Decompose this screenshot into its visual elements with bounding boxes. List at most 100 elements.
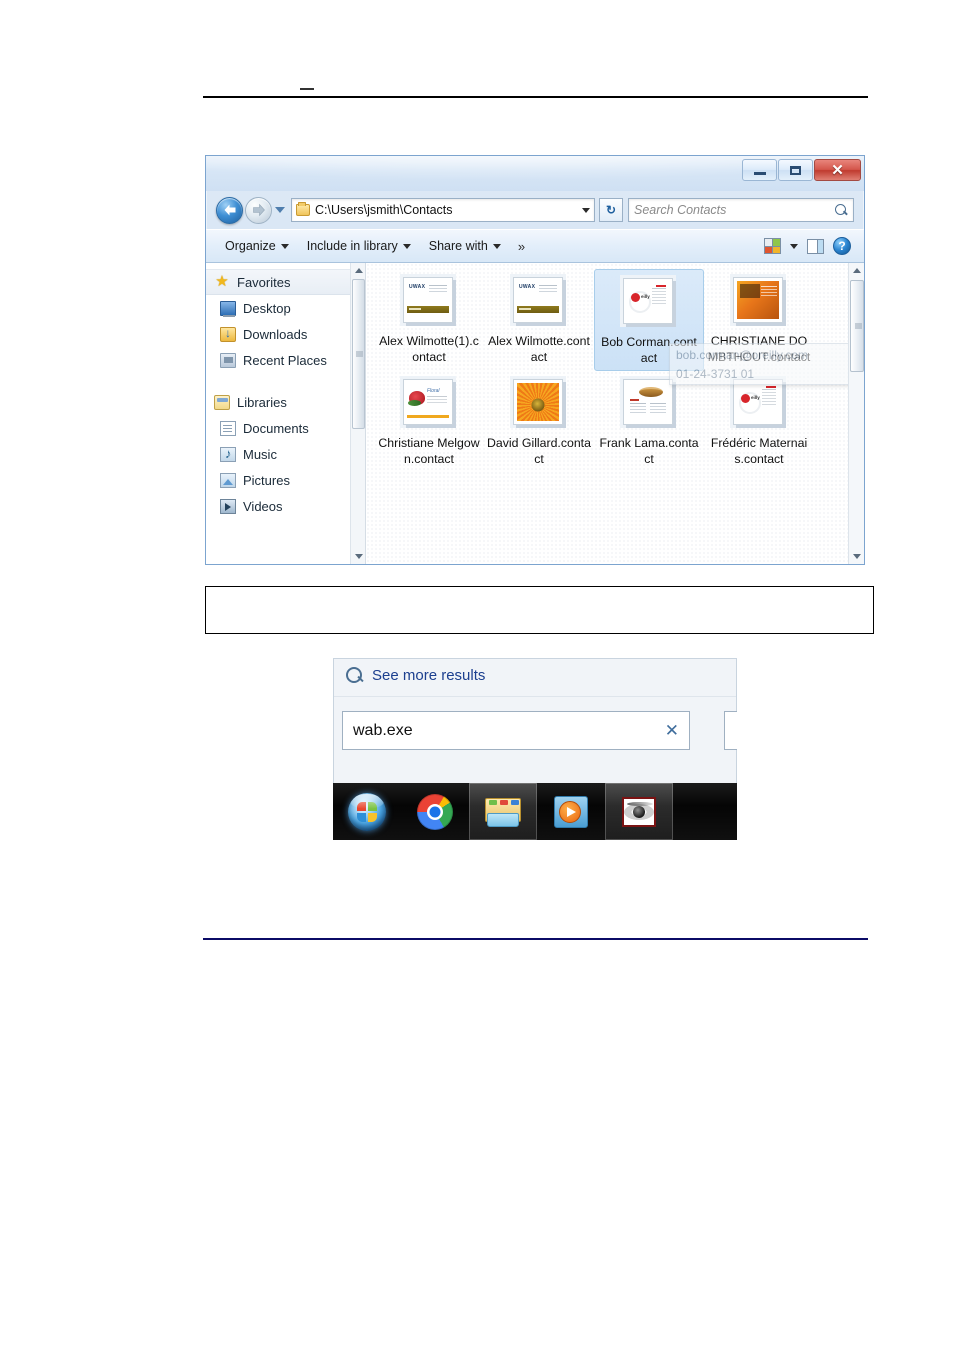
empty-caption-box (205, 586, 874, 634)
file-thumbnail: eilly (621, 276, 677, 330)
toolbar-overflow-button[interactable]: » (510, 235, 533, 258)
address-chevron-down-icon[interactable] (582, 207, 590, 213)
windows-media-player-icon (554, 795, 588, 828)
search-icon (835, 203, 848, 217)
search-query-value: wab.exe (353, 721, 413, 739)
organize-button[interactable]: Organize (216, 235, 298, 257)
sidebar-item-favorites[interactable]: ★ Favorites (206, 269, 365, 295)
file-item[interactable]: UWAX Alex Wilmotte.contact (484, 269, 594, 371)
sidebar-item-recent-places[interactable]: Recent Places (206, 347, 365, 373)
help-icon[interactable]: ? (833, 237, 851, 255)
minimize-icon (753, 172, 766, 175)
forward-button[interactable] (245, 196, 272, 224)
shutdown-button-partial[interactable] (724, 711, 737, 750)
sidebar-item-desktop[interactable]: Desktop (206, 295, 365, 321)
forward-arrow-icon (252, 203, 265, 217)
sidebar-item-documents[interactable]: Documents (206, 415, 365, 441)
scroll-down-button[interactable] (849, 549, 864, 564)
help-glyph: ? (838, 239, 846, 253)
start-orb-button[interactable] (333, 783, 401, 840)
taskbar-item-windows-media-player[interactable] (537, 783, 605, 840)
maximize-icon (790, 165, 801, 175)
scrollbar-thumb[interactable] (352, 279, 365, 429)
navigation-pane: ★ Favorites Desktop Downloads Recent Pla… (206, 263, 366, 564)
navigation-pane-scrollbar[interactable] (350, 263, 365, 564)
back-button[interactable] (216, 196, 243, 224)
file-item[interactable]: David Gillard.contact (484, 371, 594, 471)
back-arrow-icon (224, 204, 235, 216)
sidebar-item-videos[interactable]: Videos (206, 493, 365, 519)
file-name: Frédéric Maternais.contact (710, 436, 808, 466)
sidebar-item-libraries[interactable]: Libraries (206, 389, 365, 415)
file-name: Christiane Melgown.contact (378, 436, 480, 466)
organize-label: Organize (225, 239, 276, 253)
search-box[interactable]: Search Contacts (628, 198, 854, 222)
file-item[interactable]: UWAX Alex Wilmotte(1).contact (374, 269, 484, 371)
views-chevron-down-icon[interactable] (790, 243, 798, 249)
recent-places-icon (220, 352, 236, 368)
sidebar-item-label: Videos (243, 498, 283, 514)
file-thumbnail: UWAX (401, 275, 457, 329)
file-item[interactable]: eilly Frédéric Maternais.contact (704, 371, 814, 471)
downloads-icon (220, 326, 236, 342)
documents-icon (220, 420, 236, 436)
file-name: Alex Wilmotte(1).contact (379, 334, 479, 364)
taskbar-item-eye-app[interactable] (605, 783, 673, 840)
command-bar-right: ? (764, 237, 854, 255)
chevron-down-icon (853, 554, 861, 559)
file-name: Alex Wilmotte.contact (488, 334, 590, 364)
sidebar-item-label: Music (243, 446, 277, 462)
close-button[interactable]: ✕ (814, 159, 861, 181)
share-with-button[interactable]: Share with (420, 235, 510, 257)
refresh-icon: ↻ (605, 203, 617, 217)
address-bar[interactable]: C:\Users\jsmith\Contacts (291, 198, 595, 222)
views-icon[interactable] (764, 238, 781, 254)
see-more-results-link[interactable]: See more results (346, 667, 485, 684)
sidebar-item-pictures[interactable]: Pictures (206, 467, 365, 493)
history-dropdown-icon[interactable] (275, 207, 285, 213)
start-menu-search-panel: See more results wab.exe ✕ (333, 658, 737, 783)
taskbar-item-chrome[interactable] (401, 783, 469, 840)
file-thumbnail (731, 275, 787, 329)
chevron-down-icon (492, 243, 501, 249)
sidebar-item-label: Downloads (243, 326, 308, 342)
star-icon: ★ (215, 272, 229, 290)
contact-tooltip: bob.corman@oreilly.com 01-24-3731 01 (669, 343, 861, 385)
music-icon (220, 446, 236, 462)
search-icon (346, 667, 363, 684)
include-in-library-button[interactable]: Include in library (298, 235, 420, 257)
sidebar-item-label: Desktop (243, 300, 291, 316)
window-title-bar: ✕ (206, 156, 864, 191)
maximize-button[interactable] (778, 159, 813, 181)
close-icon[interactable]: ✕ (665, 721, 679, 741)
sidebar-item-label: Documents (243, 420, 309, 436)
pictures-icon (220, 472, 236, 488)
sidebar-item-label: Favorites (237, 274, 291, 290)
scrollbar-thumb[interactable] (850, 280, 864, 372)
scroll-up-button[interactable] (351, 263, 365, 278)
nav-group-spacer (206, 373, 365, 389)
file-item[interactable]: Frank Lama.contact (594, 371, 704, 471)
scroll-down-button[interactable] (351, 549, 365, 564)
file-item[interactable]: Floral Christiane Melgown.contact (374, 371, 484, 471)
minimize-button[interactable] (742, 159, 777, 181)
search-input[interactable]: Search Contacts (634, 203, 835, 217)
start-search-input[interactable]: wab.exe ✕ (342, 711, 690, 750)
chrome-icon (417, 793, 453, 830)
explorer-body: ★ Favorites Desktop Downloads Recent Pla… (206, 263, 864, 564)
refresh-button[interactable]: ↻ (599, 198, 623, 222)
windows-explorer-window: ✕ C:\Users\jsmith\Contacts ↻ Search Cont… (205, 155, 865, 565)
sidebar-item-label: Recent Places (243, 352, 327, 368)
preview-pane-icon[interactable] (807, 238, 824, 254)
share-with-label: Share with (428, 239, 488, 253)
sidebar-item-downloads[interactable]: Downloads (206, 321, 365, 347)
file-list-pane[interactable]: UWAX Alex Wilmotte(1).contact UWAX Alex … (366, 263, 864, 564)
scroll-up-button[interactable] (849, 263, 864, 278)
file-pane-scrollbar[interactable] (848, 263, 864, 564)
chevron-up-icon (853, 268, 861, 273)
file-thumbnail (621, 377, 677, 431)
address-path: C:\Users\jsmith\Contacts (315, 203, 453, 217)
file-thumbnail: Floral (401, 377, 457, 431)
sidebar-item-music[interactable]: Music (206, 441, 365, 467)
taskbar-item-windows-explorer[interactable] (469, 783, 537, 840)
